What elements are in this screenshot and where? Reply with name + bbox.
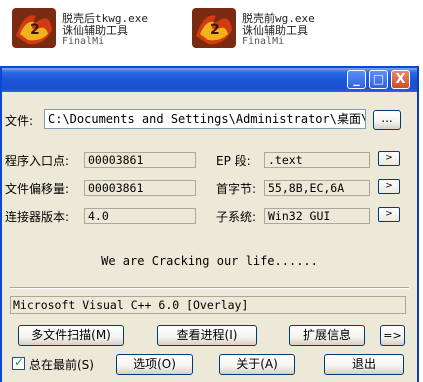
view-process-button[interactable]: 查看进程(I) <box>157 325 257 346</box>
icon-author: FinalMi <box>62 36 105 47</box>
ep-section-label: EP 段: <box>216 154 251 168</box>
subsystem-value[interactable]: Win32 GUI <box>264 208 370 224</box>
icon-author: FinalMi <box>242 36 285 47</box>
always-on-top-checkbox[interactable]: ✓ <box>12 355 25 370</box>
file-offset-label: 文件偏移量: <box>5 182 70 196</box>
browse-button[interactable]: ... <box>373 110 401 130</box>
multi-file-scan-button[interactable]: 多文件扫描(M) <box>18 325 124 346</box>
minimize-icon: _ <box>353 72 360 87</box>
first-bytes-value[interactable]: 55,8B,EC,6A <box>264 180 370 196</box>
always-on-top-label[interactable]: 总在最前(S) <box>29 356 94 373</box>
entry-point-label: 程序入口点: <box>5 154 70 168</box>
subsystem-label: 子系统: <box>216 210 257 224</box>
svg-text:2: 2 <box>210 22 220 38</box>
title-bar[interactable]: _ □ X <box>2 68 417 92</box>
game-logo-icon: 2 <box>190 6 238 50</box>
extended-info-button[interactable]: 扩展信息 <box>289 325 365 346</box>
first-bytes-label: 首字节: <box>216 182 257 196</box>
detection-result: Microsoft Visual C++ 6.0 [Overlay] <box>10 296 406 314</box>
subsystem-button[interactable]: > <box>378 207 400 222</box>
linker-version-label: 连接器版本: <box>5 210 70 224</box>
exit-button[interactable]: 退出 <box>324 354 404 375</box>
about-button[interactable]: 关于(A) <box>219 354 295 375</box>
first-bytes-button[interactable]: > <box>378 179 400 194</box>
file-path-input[interactable]: C:\Documents and Settings\Administrator\… <box>44 109 366 129</box>
checkmark-icon: ✓ <box>14 355 25 369</box>
linker-version-value[interactable]: 4.0 <box>84 208 196 224</box>
ep-section-button[interactable]: > <box>378 151 400 166</box>
close-button[interactable]: X <box>391 70 410 89</box>
peid-window: _ □ X 文件: C:\Documents and Settings\Admi… <box>0 66 419 382</box>
plugin-menu-button[interactable]: => <box>380 325 405 346</box>
ep-section-value[interactable]: .text <box>264 152 370 168</box>
maximize-icon: □ <box>372 72 385 86</box>
game-logo-icon: 2 <box>10 6 58 50</box>
options-button[interactable]: 选项(O) <box>116 354 193 375</box>
close-icon: X <box>395 72 406 87</box>
tagline-text: We are Cracking our life...... <box>101 254 318 268</box>
maximize-button[interactable]: □ <box>369 70 388 89</box>
desktop-icon-unpacked[interactable]: 2 脱壳后tkwg.exe 诛仙辅助工具 FinalMi <box>4 6 174 50</box>
desktop-icon-packed[interactable]: 2 脱壳前wg.exe 诛仙辅助工具 FinalMi <box>184 6 354 50</box>
file-label: 文件: <box>5 114 34 128</box>
entry-point-value[interactable]: 00003861 <box>84 152 196 168</box>
svg-text:2: 2 <box>30 22 40 38</box>
divider <box>10 287 409 289</box>
file-offset-value[interactable]: 00003861 <box>84 180 196 196</box>
minimize-button[interactable]: _ <box>347 70 366 89</box>
